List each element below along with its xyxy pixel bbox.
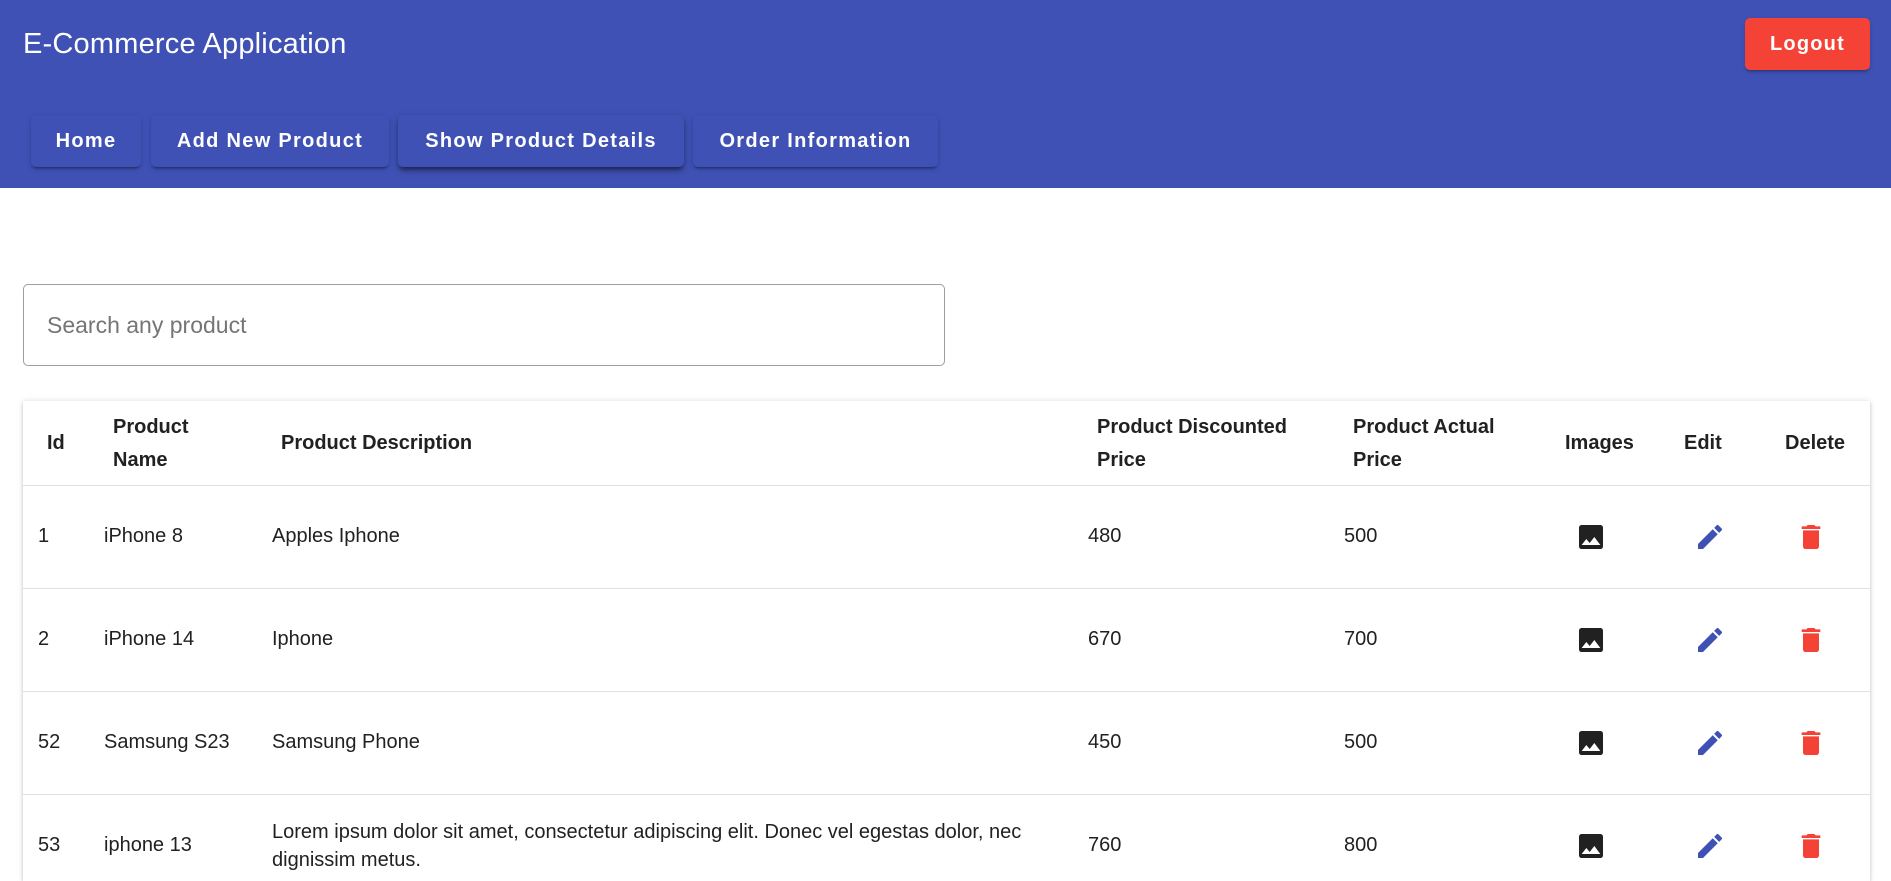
cell-product-description: Samsung Phone	[272, 731, 420, 753]
cell-actual-price: 700	[1344, 628, 1378, 650]
logout-button[interactable]: Logout	[1745, 18, 1870, 70]
column-header-images: Images	[1565, 432, 1634, 454]
cell-product-name: iPhone 14	[104, 628, 195, 650]
image-icon[interactable]	[1571, 620, 1611, 660]
image-icon[interactable]	[1571, 517, 1611, 557]
trash-icon[interactable]	[1791, 723, 1831, 763]
nav-show-product-details-button[interactable]: Show Product Details	[398, 115, 684, 167]
product-table: Id Product Name Product Description Prod…	[23, 401, 1870, 881]
app-toolbar: E-Commerce Application Logout Home Add N…	[0, 0, 1891, 188]
cell-actual-price: 500	[1344, 525, 1378, 547]
search-input[interactable]	[24, 285, 944, 365]
edit-pencil-icon[interactable]	[1690, 620, 1730, 660]
table-row: 1 iPhone 8 Apples Iphone 480 500	[23, 485, 1870, 589]
cell-actual-price: 800	[1344, 834, 1378, 856]
nav-home-button[interactable]: Home	[31, 115, 141, 167]
cell-discounted-price: 450	[1088, 731, 1122, 753]
cell-id: 2	[38, 628, 50, 650]
table-row: 53 iphone 13 Lorem ipsum dolor sit amet,…	[23, 794, 1870, 881]
nav-order-information-button[interactable]: Order Information	[693, 115, 938, 167]
column-header-discounted-price: Product Discounted Price	[1097, 416, 1288, 471]
cell-actual-price: 500	[1344, 731, 1378, 753]
cell-product-name: Samsung S23	[104, 731, 230, 753]
column-header-product-name: Product Name	[113, 416, 189, 471]
column-header-delete: Delete	[1785, 432, 1846, 454]
image-icon[interactable]	[1571, 826, 1611, 866]
edit-pencil-icon[interactable]	[1690, 517, 1730, 557]
column-header-product-description: Product Description	[281, 432, 473, 454]
cell-product-description: Apples Iphone	[272, 525, 400, 547]
cell-product-description: Iphone	[272, 628, 334, 650]
cell-discounted-price: 760	[1088, 834, 1122, 856]
table-row: 52 Samsung S23 Samsung Phone 450 500	[23, 691, 1870, 795]
column-header-actual-price: Product Actual Price	[1353, 416, 1495, 471]
cell-product-name: iphone 13	[104, 834, 192, 856]
edit-pencil-icon[interactable]	[1690, 826, 1730, 866]
table-row: 2 iPhone 14 Iphone 670 700	[23, 588, 1870, 692]
cell-id: 52	[38, 731, 61, 753]
image-icon[interactable]	[1571, 723, 1611, 763]
table-header-row: Id Product Name Product Description Prod…	[23, 401, 1870, 486]
cell-id: 53	[38, 834, 61, 856]
trash-icon[interactable]	[1791, 620, 1831, 660]
trash-icon[interactable]	[1791, 826, 1831, 866]
edit-pencil-icon[interactable]	[1690, 723, 1730, 763]
cell-discounted-price: 480	[1088, 525, 1122, 547]
cell-product-name: iPhone 8	[104, 525, 183, 547]
column-header-edit: Edit	[1684, 432, 1722, 454]
column-header-id: Id	[47, 432, 65, 454]
trash-icon[interactable]	[1791, 517, 1831, 557]
cell-id: 1	[38, 525, 50, 547]
search-field	[23, 284, 945, 366]
cell-discounted-price: 670	[1088, 628, 1122, 650]
cell-product-description: Lorem ipsum dolor sit amet, consectetur …	[272, 821, 1022, 871]
app-title: E-Commerce Application	[23, 28, 347, 60]
nav-add-new-product-button[interactable]: Add New Product	[151, 115, 389, 167]
